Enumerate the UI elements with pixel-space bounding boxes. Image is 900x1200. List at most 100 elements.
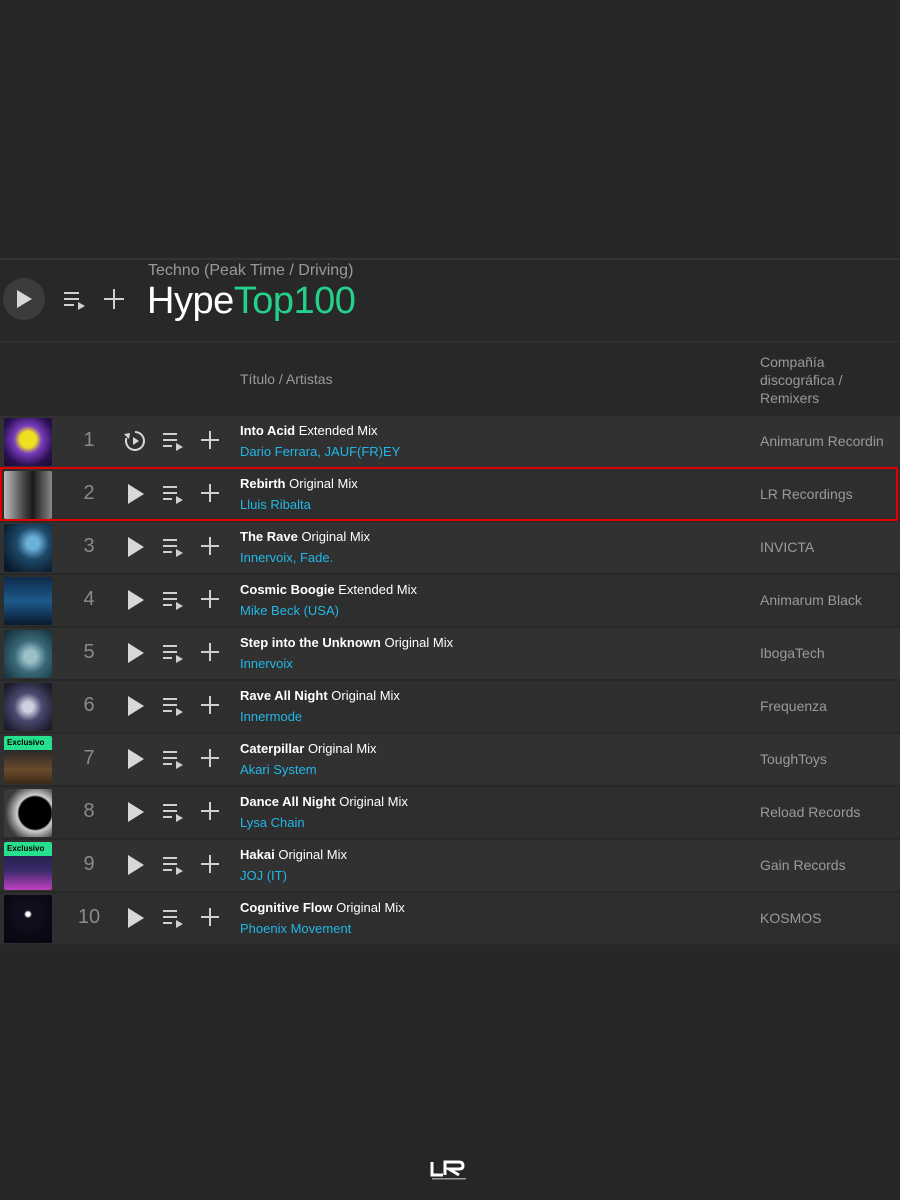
add-icon[interactable] xyxy=(200,589,220,609)
track-title[interactable]: Into Acid Extended Mix xyxy=(240,423,378,438)
exclusive-badge: Exclusivo xyxy=(4,736,52,750)
track-title[interactable]: Caterpillar Original Mix xyxy=(240,741,377,756)
cover-art[interactable] xyxy=(4,789,52,837)
track-artists[interactable]: Lysa Chain xyxy=(240,815,305,830)
track-row[interactable]: 5 Step into the Unknown Original Mix Inner… xyxy=(0,628,900,679)
add-icon[interactable] xyxy=(103,288,125,310)
track-row[interactable]: 4 Cosmic Boogie Extended Mix Mike Beck (US… xyxy=(0,575,900,626)
track-artists[interactable]: Akari System xyxy=(240,762,317,777)
record-label[interactable]: Animarum Black xyxy=(760,592,900,608)
track-mix: Original Mix xyxy=(278,847,347,862)
track-title[interactable]: Hakai Original Mix xyxy=(240,847,347,862)
record-label[interactable]: Animarum Recordin xyxy=(760,433,900,449)
cover-art[interactable] xyxy=(4,630,52,678)
record-label[interactable]: Gain Records xyxy=(760,857,900,873)
play-icon xyxy=(17,290,32,308)
add-to-queue-icon[interactable] xyxy=(162,590,184,610)
track-mix: Original Mix xyxy=(339,794,408,809)
play-icon[interactable] xyxy=(123,747,147,771)
track-title[interactable]: Dance All Night Original Mix xyxy=(240,794,408,809)
add-icon[interactable] xyxy=(200,854,220,874)
play-icon[interactable] xyxy=(123,800,147,824)
add-to-queue-icon[interactable] xyxy=(63,289,87,311)
column-header-label[interactable]: Compañía discográfica / Remixers xyxy=(760,353,890,407)
track-title[interactable]: Rave All Night Original Mix xyxy=(240,688,400,703)
track-artists[interactable]: Phoenix Movement xyxy=(240,921,351,936)
add-to-queue-icon[interactable] xyxy=(162,696,184,716)
cover-art[interactable] xyxy=(4,683,52,731)
track-name: Rave All Night xyxy=(240,688,328,703)
track-name: Cosmic Boogie xyxy=(240,582,335,597)
play-icon[interactable] xyxy=(123,588,147,612)
add-to-queue-icon[interactable] xyxy=(162,749,184,769)
add-to-queue-icon[interactable] xyxy=(162,537,184,557)
cover-art[interactable] xyxy=(4,895,52,943)
track-row[interactable]: 8 Dance All Night Original Mix Lysa Chain R… xyxy=(0,787,900,838)
add-icon[interactable] xyxy=(200,748,220,768)
track-mix: Original Mix xyxy=(384,635,454,650)
track-name: Hakai xyxy=(240,847,275,862)
play-icon[interactable] xyxy=(123,853,147,877)
record-label[interactable]: ToughToys xyxy=(760,751,900,767)
track-title[interactable]: Rebirth Original Mix xyxy=(240,476,358,491)
track-name: Step into the Unknown xyxy=(240,635,381,650)
add-to-queue-icon[interactable] xyxy=(162,643,184,663)
add-to-queue-icon[interactable] xyxy=(162,431,184,451)
record-label[interactable]: Frequenza xyxy=(760,698,900,714)
track-title[interactable]: Cognitive Flow Original Mix xyxy=(240,900,405,915)
track-row[interactable]: 10 Cognitive Flow Original Mix Phoenix Mov… xyxy=(0,893,900,944)
track-artists[interactable]: Lluis Ribalta xyxy=(240,497,311,512)
record-label[interactable]: Reload Records xyxy=(760,804,900,820)
add-icon[interactable] xyxy=(200,907,220,927)
track-artists[interactable]: Innervoix xyxy=(240,656,293,671)
add-icon[interactable] xyxy=(200,642,220,662)
add-icon[interactable] xyxy=(200,536,220,556)
track-artists[interactable]: Dario Ferrara, JAUF(FR)EY xyxy=(240,444,400,459)
add-icon[interactable] xyxy=(200,430,220,450)
cover-art[interactable] xyxy=(4,418,52,466)
cover-art[interactable] xyxy=(4,524,52,572)
track-row[interactable]: 3 The Rave Original Mix Innervoix, Fade. IN… xyxy=(0,522,900,573)
add-to-queue-icon[interactable] xyxy=(162,908,184,928)
record-label[interactable]: INVICTA xyxy=(760,539,900,555)
add-to-queue-icon[interactable] xyxy=(162,484,184,504)
play-icon[interactable] xyxy=(123,535,147,559)
track-name: Dance All Night xyxy=(240,794,336,809)
play-all-button[interactable] xyxy=(3,278,45,320)
track-row[interactable]: 2 Rebirth Original Mix Lluis Ribalta LR Rec… xyxy=(0,469,900,520)
track-title[interactable]: Cosmic Boogie Extended Mix xyxy=(240,582,417,597)
cover-art[interactable]: Exclusivo xyxy=(4,842,52,890)
track-artists[interactable]: Innermode xyxy=(240,709,302,724)
record-label[interactable]: KOSMOS xyxy=(760,910,900,926)
cover-art[interactable]: Exclusivo xyxy=(4,736,52,784)
track-artists[interactable]: JOJ (IT) xyxy=(240,868,287,883)
add-icon[interactable] xyxy=(200,483,220,503)
play-icon[interactable] xyxy=(123,641,147,665)
blank-top-area xyxy=(0,0,900,258)
track-list: 1 Into Acid Extended Mix Dario Ferrara, JA… xyxy=(0,416,900,946)
track-row[interactable]: Exclusivo 7 Caterpillar Original Mix Akari … xyxy=(0,734,900,785)
record-label[interactable]: IbogaTech xyxy=(760,645,900,661)
add-icon[interactable] xyxy=(200,801,220,821)
track-artists[interactable]: Innervoix, Fade. xyxy=(240,550,333,565)
replay-icon[interactable] xyxy=(123,429,147,453)
play-icon[interactable] xyxy=(123,482,147,506)
track-row[interactable]: 6 Rave All Night Original Mix Innermode Fre… xyxy=(0,681,900,732)
rank-number: 6 xyxy=(83,694,95,716)
column-header-title[interactable]: Título / Artistas xyxy=(240,371,333,387)
play-icon[interactable] xyxy=(123,694,147,718)
add-to-queue-icon[interactable] xyxy=(162,802,184,822)
play-icon[interactable] xyxy=(123,906,147,930)
add-to-queue-icon[interactable] xyxy=(162,855,184,875)
track-title[interactable]: Step into the Unknown Original Mix xyxy=(240,635,453,650)
track-row[interactable]: 1 Into Acid Extended Mix Dario Ferrara, JA… xyxy=(0,416,900,467)
track-mix: Original Mix xyxy=(307,741,377,756)
cover-art[interactable] xyxy=(4,577,52,625)
add-icon[interactable] xyxy=(200,695,220,715)
track-name: Caterpillar xyxy=(240,741,305,756)
cover-art[interactable] xyxy=(4,471,52,519)
track-title[interactable]: The Rave Original Mix xyxy=(240,529,370,544)
track-artists[interactable]: Mike Beck (USA) xyxy=(240,603,339,618)
record-label[interactable]: LR Recordings xyxy=(760,486,900,502)
track-row[interactable]: Exclusivo 9 Hakai Original Mix JOJ (IT) Gain… xyxy=(0,840,900,891)
